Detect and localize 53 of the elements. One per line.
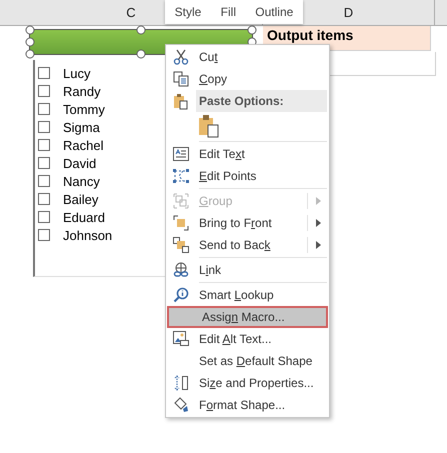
resize-handle[interactable] [26, 38, 34, 46]
checkbox[interactable] [38, 121, 50, 133]
resize-handle[interactable] [26, 50, 34, 58]
resize-handle[interactable] [26, 26, 34, 34]
list-item-label: Johnson [63, 228, 112, 242]
group-icon [173, 193, 189, 209]
menu-item[interactable]: Format Shape... [166, 394, 329, 416]
checkbox[interactable] [38, 67, 50, 79]
resize-icon [173, 375, 189, 391]
list-item-label: David [63, 156, 96, 170]
checkbox[interactable] [38, 139, 50, 151]
submenu-arrow-icon [316, 219, 321, 227]
menu-item[interactable]: Set as Default Shape [166, 350, 329, 372]
image-text-icon [173, 331, 189, 347]
checkbox[interactable] [38, 103, 50, 115]
checkbox[interactable] [38, 193, 50, 205]
search-icon [173, 287, 189, 303]
edit-points-icon [173, 169, 189, 183]
bring-front-icon [173, 215, 189, 231]
menu-item[interactable]: Edit Alt Text... [166, 328, 329, 350]
list-item-label: Tommy [63, 102, 105, 116]
list-item-label: Nancy [63, 174, 100, 188]
list-item-label: Lucy [63, 66, 90, 80]
checkbox[interactable] [38, 229, 50, 241]
scissors-icon [173, 49, 189, 65]
checkbox[interactable] [38, 157, 50, 169]
toolbar-button[interactable]: Fill [218, 5, 238, 19]
checkbox[interactable] [38, 175, 50, 187]
menu-item[interactable]: Size and Properties... [166, 372, 329, 394]
checkbox[interactable] [38, 211, 50, 223]
send-back-icon [173, 237, 189, 253]
submenu-arrow-icon [316, 197, 321, 205]
list-item-label: Bailey [63, 192, 98, 206]
resize-handle[interactable] [136, 50, 146, 58]
list-item-label: Eduard [63, 210, 105, 224]
resize-handle[interactable] [136, 26, 146, 34]
list-item-label: Sigma [63, 120, 100, 134]
clipboard-icon [173, 92, 189, 110]
copy-icon [173, 71, 189, 87]
menu-item[interactable]: Smart Lookup [166, 284, 329, 306]
paste-button[interactable] [198, 114, 220, 138]
clipboard-icon [198, 114, 220, 138]
checkbox[interactable] [38, 85, 50, 97]
menu-item[interactable]: Assign Macro... [167, 306, 328, 328]
toolbar-button[interactable]: Style [172, 5, 204, 19]
paint-bucket-icon [173, 397, 189, 413]
resize-handle[interactable] [248, 26, 256, 34]
submenu-arrow-icon [316, 241, 321, 249]
link-icon [173, 262, 189, 278]
list-item-label: Rachel [63, 138, 104, 152]
menu-section-header: Paste Options: [196, 90, 327, 112]
text-box-icon [173, 147, 189, 161]
list-item-label: Randy [63, 84, 101, 98]
